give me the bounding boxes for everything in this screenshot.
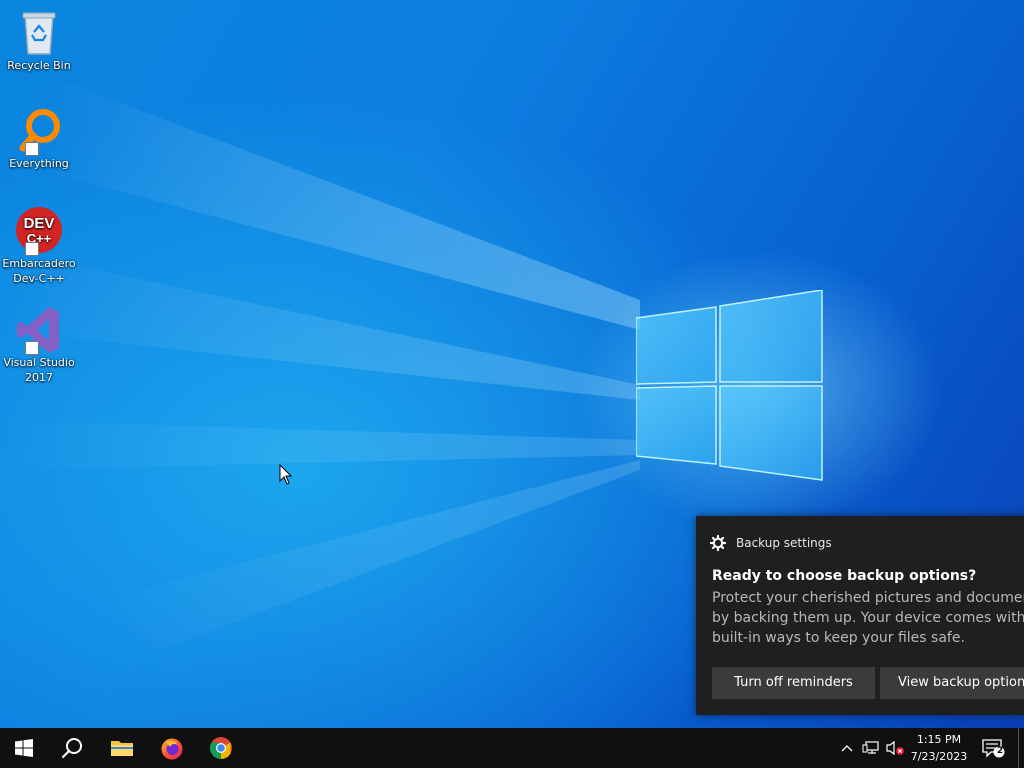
everything-search-icon — [13, 106, 65, 156]
search-icon — [61, 738, 82, 759]
mouse-cursor-icon — [279, 464, 293, 485]
notification-app-name: Backup settings — [736, 536, 832, 550]
notification-body: Protect your cherished pictures and docu… — [712, 588, 1024, 648]
desktop-icon-label: Visual Studio 2017 — [3, 356, 75, 384]
clock-time: 1:15 PM — [916, 733, 962, 746]
recycle-bin-icon — [13, 8, 65, 58]
view-backup-options-button[interactable]: View backup options — [880, 667, 1024, 699]
search-button[interactable] — [48, 728, 96, 768]
notification-app-header: Backup settings — [710, 535, 832, 551]
backup-notification-toast[interactable]: Backup settings Ready to choose backup o… — [696, 516, 1024, 715]
show-desktop-button[interactable] — [1018, 728, 1024, 768]
firefox-icon — [161, 738, 183, 760]
chevron-up-icon — [841, 745, 853, 752]
windows-logo-wallpaper-icon — [636, 290, 823, 481]
network-button[interactable] — [860, 738, 882, 758]
clock-button[interactable]: 1:15 PM 7/23/2023 — [906, 731, 972, 765]
taskbar: 1:15 PM 7/23/2023 2 — [0, 728, 1024, 768]
show-hidden-icons-button[interactable] — [838, 738, 856, 758]
shortcut-arrow-icon — [25, 341, 39, 355]
gear-icon — [710, 535, 726, 551]
action-center-button[interactable]: 2 — [980, 738, 1006, 758]
desktop-icon-recycle-bin[interactable]: Recycle Bin — [2, 8, 76, 73]
clock-date: 7/23/2023 — [910, 750, 968, 763]
chrome-icon — [210, 737, 232, 759]
shortcut-arrow-icon — [25, 142, 39, 156]
desktop-icon-label: Embarcadero Dev-C++ — [2, 257, 76, 285]
notification-title: Ready to choose backup options? — [712, 568, 977, 584]
turn-off-reminders-button[interactable]: Turn off reminders — [712, 667, 875, 699]
firefox-button[interactable] — [148, 728, 196, 768]
desktop-icon-dev-cpp[interactable]: DEV C++ Embarcadero Dev-C++ — [2, 206, 76, 286]
desktop-icon-visual-studio[interactable]: Visual Studio 2017 — [2, 305, 76, 385]
desktop-icon-label: Recycle Bin — [7, 59, 71, 72]
dev-cpp-logo-text: DEV — [24, 215, 55, 232]
notification-count-badge: 2 — [996, 746, 1004, 756]
notification-body-line: Protect your cherished pictures and docu… — [712, 590, 1024, 606]
desktop-icon-everything[interactable]: Everything — [2, 106, 76, 171]
start-button[interactable] — [0, 728, 48, 768]
dev-cpp-icon: DEV C++ — [13, 206, 65, 256]
notification-body-line: by backing them up. Your device comes wi… — [712, 610, 1024, 626]
notification-body-line: built-in ways to keep your files safe. — [712, 630, 965, 646]
file-explorer-button[interactable] — [98, 728, 146, 768]
windows-start-icon — [15, 739, 33, 757]
chrome-button[interactable] — [197, 728, 245, 768]
folder-icon — [111, 741, 133, 756]
volume-button[interactable] — [884, 738, 906, 758]
shortcut-arrow-icon — [25, 242, 39, 256]
network-icon — [862, 741, 879, 754]
visual-studio-icon — [13, 305, 65, 355]
volume-muted-icon — [886, 740, 904, 756]
desktop-icon-label: Everything — [9, 157, 69, 170]
